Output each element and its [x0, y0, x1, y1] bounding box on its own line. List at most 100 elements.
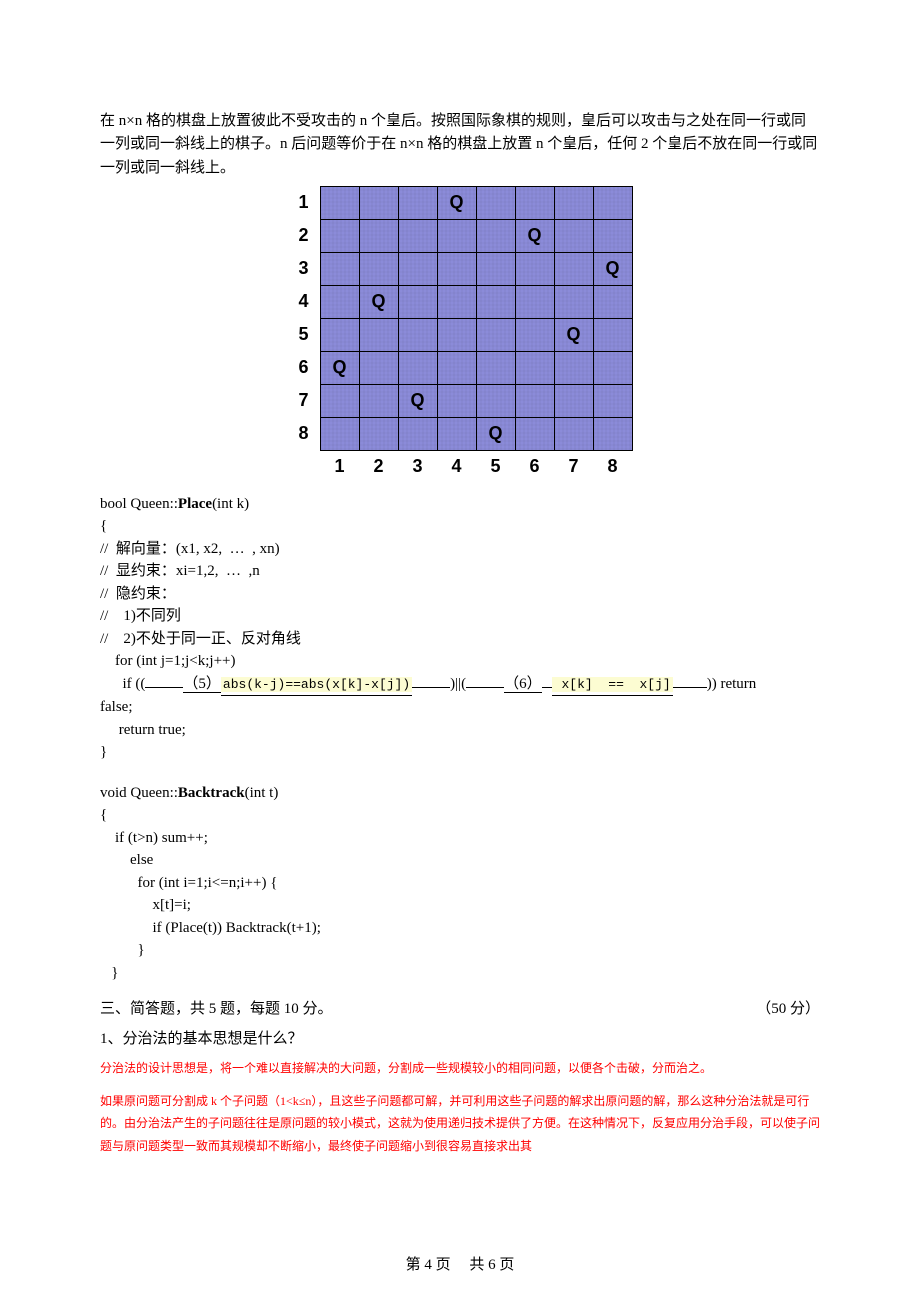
board-queen-cell: Q: [515, 219, 554, 252]
board-cell: [437, 384, 476, 417]
board-cell: [320, 384, 359, 417]
board-cell: [515, 186, 554, 219]
board-cell: [554, 219, 593, 252]
board-cell: [359, 384, 398, 417]
section-3-title: 三、简答题，共 5 题，每题 10 分。: [100, 998, 333, 1021]
board-cell: [320, 318, 359, 351]
board-queen-cell: Q: [593, 252, 632, 285]
board-queen-cell: Q: [476, 417, 515, 450]
board-cell: [437, 252, 476, 285]
board-cell: [515, 417, 554, 450]
footer-page-total: 共 6 页: [469, 1257, 514, 1273]
board-col-label: 5: [476, 450, 515, 483]
board-cell: [476, 384, 515, 417]
board-queen-cell: Q: [554, 318, 593, 351]
code-backtrack-line1: void Queen::Backtrack(int t): [100, 782, 820, 805]
board-cell: [437, 318, 476, 351]
board-cell: [593, 219, 632, 252]
board-col-label: 3: [398, 450, 437, 483]
chessboard-figure: 1Q2Q3Q4Q5Q6Q7Q8Q12345678: [100, 186, 820, 483]
board-cell: [593, 318, 632, 351]
code-line: x[t]=i;: [100, 894, 820, 917]
code-line: // 显约束：xi=1,2, … ,n: [100, 560, 820, 583]
blank-6-label: （6）: [504, 676, 542, 693]
board-row-label: 8: [288, 417, 321, 450]
board-cell: [437, 285, 476, 318]
board-col-label: 2: [359, 450, 398, 483]
code-line: else: [100, 849, 820, 872]
board-cell: [515, 252, 554, 285]
board-col-label: 1: [320, 450, 359, 483]
board-cell: [554, 252, 593, 285]
code-place-line1: bool Queen::Place(int k): [100, 493, 820, 516]
board-cell: [359, 252, 398, 285]
board-cell: [476, 252, 515, 285]
code-line: }: [100, 741, 820, 764]
board-cell: [515, 351, 554, 384]
board-row-label: 3: [288, 252, 321, 285]
board-cell: [476, 219, 515, 252]
board-cell: [476, 351, 515, 384]
board-cell: [398, 186, 437, 219]
board-row-label: 7: [288, 384, 321, 417]
page-footer: 第 4 页 共 6 页: [0, 1253, 920, 1274]
board-cell: [515, 285, 554, 318]
code-line: // 2)不处于同一正、反对角线: [100, 628, 820, 651]
board-cell: [398, 417, 437, 450]
board-cell: [593, 351, 632, 384]
code-line: }: [100, 962, 820, 985]
board-cell: [437, 219, 476, 252]
blank-5-answer: abs(k-j)==abs(x[k]-x[j]): [221, 677, 412, 692]
board-cell: [320, 219, 359, 252]
board-row-label: 5: [288, 318, 321, 351]
board-cell: [398, 285, 437, 318]
board-cell: [320, 252, 359, 285]
board-cell: [554, 417, 593, 450]
board-cell: [476, 318, 515, 351]
board-queen-cell: Q: [398, 384, 437, 417]
code-line: }: [100, 939, 820, 962]
board-cell: [593, 384, 632, 417]
question-1: 1、分治法的基本思想是什么？: [100, 1028, 820, 1051]
code-line: {: [100, 804, 820, 827]
board-cell: [593, 417, 632, 450]
board-col-label: 7: [554, 450, 593, 483]
code-line: // 解向量：(x1, x2, … , xn): [100, 538, 820, 561]
board-row-label: 6: [288, 351, 321, 384]
board-cell: [476, 285, 515, 318]
board-cell: [515, 384, 554, 417]
footer-page-current: 第 4 页: [406, 1257, 451, 1273]
board-cell: [398, 219, 437, 252]
board-cell: [593, 285, 632, 318]
board-cell: [359, 186, 398, 219]
board-cell: [320, 417, 359, 450]
code-blank-line: if ((（5）abs(k-j)==abs(x[k]-x[j]))||(（6） …: [100, 673, 820, 697]
code-blank: [100, 764, 820, 782]
board-cell: [437, 351, 476, 384]
board-cell: [515, 318, 554, 351]
code-line: return true;: [100, 719, 820, 742]
board-row-label: 1: [288, 186, 321, 219]
board-queen-cell: Q: [359, 285, 398, 318]
board-cell: [554, 351, 593, 384]
board-cell: [593, 186, 632, 219]
board-cell: [320, 285, 359, 318]
board-row-label: 4: [288, 285, 321, 318]
board-cell: [320, 186, 359, 219]
answer-paragraph-1: 分治法的设计思想是，将一个难以直接解决的大问题，分割成一些规模较小的相同问题，以…: [100, 1057, 820, 1080]
board-queen-cell: Q: [320, 351, 359, 384]
answer-paragraph-2: 如果原问题可分割成 k 个子问题（1<k≤n），且这些子问题都可解，并可利用这些…: [100, 1090, 820, 1158]
board-cell: [398, 252, 437, 285]
board-col-label: 8: [593, 450, 632, 483]
section-3-score: （50 分）: [756, 998, 820, 1021]
code-line: false;: [100, 696, 820, 719]
board-cell: [476, 186, 515, 219]
code-line: for (int j=1;j<k;j++): [100, 650, 820, 673]
code-line: // 隐约束：: [100, 583, 820, 606]
blank-5-label: （5）: [183, 676, 221, 693]
board-cell: [554, 285, 593, 318]
board-cell: [398, 351, 437, 384]
board-cell: [554, 186, 593, 219]
board-col-label: 4: [437, 450, 476, 483]
board-row-label: 2: [288, 219, 321, 252]
